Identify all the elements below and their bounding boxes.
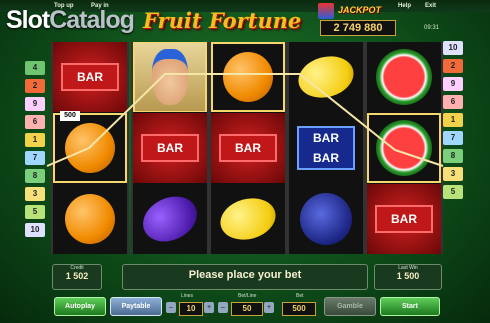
credit-value: 1 502 — [65, 271, 89, 281]
lines-decrease-button[interactable]: – — [166, 302, 176, 313]
message-panel: Please place your bet — [122, 264, 368, 290]
last-win-panel: Last Win 1 500 — [374, 264, 442, 290]
credit-panel: Credit 1 502 — [52, 264, 102, 290]
gamble-button[interactable]: Gamble — [324, 297, 376, 316]
bet-line-label: Bet/Line — [238, 293, 257, 299]
bet-value: 500 — [282, 302, 316, 316]
bet-label: Bet — [296, 293, 304, 299]
lines-value: 10 — [179, 302, 203, 316]
control-panel: Credit 1 502 Please place your bet Last … — [50, 262, 444, 322]
lines-label: Lines — [181, 293, 193, 299]
line-win-label: 500 — [60, 111, 80, 121]
bet-line-value: 50 — [231, 302, 263, 316]
bet-line-decrease-button[interactable]: – — [218, 302, 228, 313]
paytable-button[interactable]: Paytable — [110, 297, 162, 316]
status-message: Please place your bet — [188, 269, 302, 281]
autoplay-button[interactable]: Autoplay — [54, 297, 106, 316]
last-win-value: 1 500 — [396, 271, 420, 281]
start-button[interactable]: Start — [380, 297, 440, 316]
lines-increase-button[interactable]: + — [204, 302, 214, 313]
bet-line-increase-button[interactable]: + — [264, 302, 274, 313]
